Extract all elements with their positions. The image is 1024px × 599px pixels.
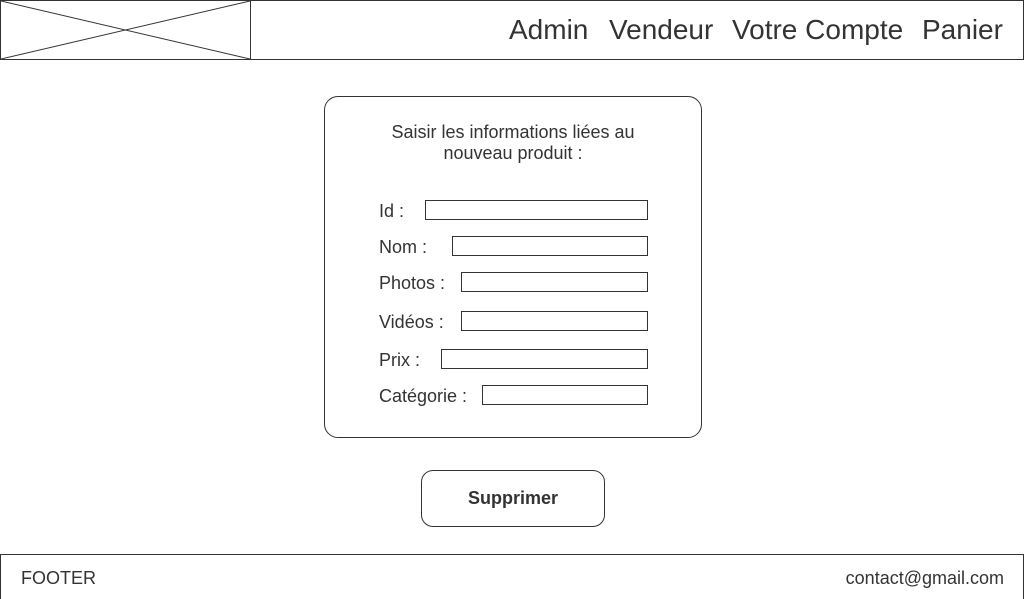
photos-input[interactable]: [461, 272, 648, 292]
videos-input[interactable]: [461, 311, 648, 331]
footer: FOOTER contact@gmail.com: [0, 554, 1024, 599]
logo-placeholder-icon[interactable]: [1, 1, 251, 59]
categorie-input[interactable]: [482, 385, 648, 405]
photos-label: Photos :: [379, 273, 446, 293]
prix-input[interactable]: [441, 349, 648, 369]
form-title-line-2: nouveau produit :: [443, 143, 583, 163]
product-form-card: Saisir les informations liées au nouveau…: [324, 96, 702, 438]
nav-vendeur[interactable]: Vendeur: [609, 14, 713, 46]
contact-email-link[interactable]: contact@gmail.com: [846, 568, 1004, 588]
footer-label: FOOTER: [21, 568, 96, 588]
form-title: Saisir les informations liées au nouveau…: [325, 122, 701, 164]
prix-label: Prix :: [379, 350, 421, 370]
supprimer-button[interactable]: Supprimer: [421, 470, 605, 527]
header: Admin Vendeur Votre Compte Panier: [0, 0, 1024, 60]
videos-label: Vidéos :: [379, 312, 444, 332]
id-input[interactable]: [425, 200, 648, 220]
nom-label: Nom :: [379, 237, 428, 257]
nav-panier[interactable]: Panier: [922, 14, 1003, 46]
id-label: Id :: [379, 201, 405, 221]
form-title-line-1: Saisir les informations liées au: [391, 122, 635, 142]
nav-admin[interactable]: Admin: [509, 14, 588, 46]
categorie-label: Catégorie :: [379, 386, 468, 406]
nav-votre-compte[interactable]: Votre Compte: [732, 14, 903, 46]
nom-input[interactable]: [452, 236, 648, 256]
